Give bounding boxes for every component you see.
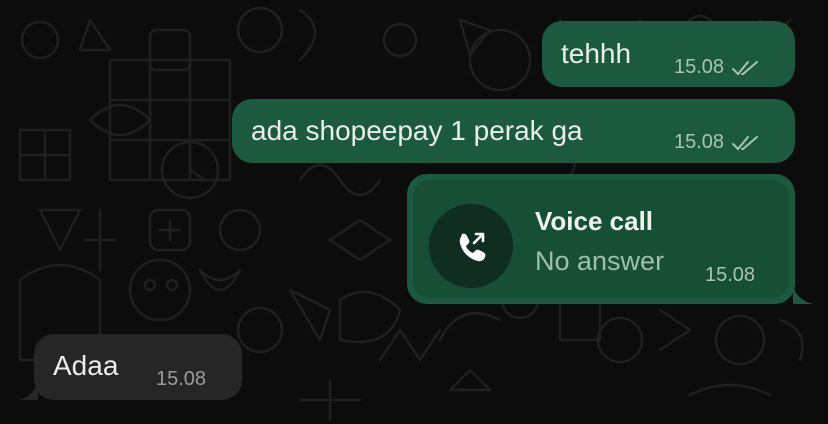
message-text: Adaa — [53, 350, 119, 381]
call-icon-circle — [429, 204, 513, 288]
message-bubble-outgoing[interactable]: ada shopeepay 1 perak ga 15.08 — [232, 99, 795, 163]
outgoing-call-icon — [459, 232, 486, 262]
bubble-tail — [793, 286, 813, 304]
message-bubble-incoming[interactable]: Adaa 15.08 — [18, 334, 242, 400]
message-meta: 15.08 — [674, 56, 760, 79]
voice-call-card[interactable]: Voice call No answer 15.08 — [413, 180, 789, 298]
message-time: 15.08 — [674, 56, 725, 78]
message-bubble-outgoing[interactable]: tehhh 15.08 — [542, 21, 795, 87]
call-title: Voice call — [535, 206, 654, 236]
message-text: tehhh — [561, 38, 632, 69]
chat-view: tehhh 15.08 ada shopeepay 1 perak ga 15.… — [0, 0, 828, 424]
bubble-tail — [18, 382, 38, 400]
message-meta: 15.08 — [674, 131, 760, 154]
message-time: 15.08 — [674, 131, 725, 153]
message-meta: 15.08 — [156, 368, 206, 391]
message-time: 15.08 — [156, 368, 207, 390]
call-status: No answer — [535, 246, 665, 276]
voice-call-bubble[interactable]: Voice call No answer 15.08 — [407, 174, 813, 304]
read-receipt-icon — [732, 135, 759, 150]
message-text: ada shopeepay 1 perak ga — [251, 115, 583, 146]
read-receipt-icon — [732, 60, 759, 75]
message-time: 15.08 — [705, 264, 756, 286]
message-meta: 15.08 — [705, 264, 755, 287]
